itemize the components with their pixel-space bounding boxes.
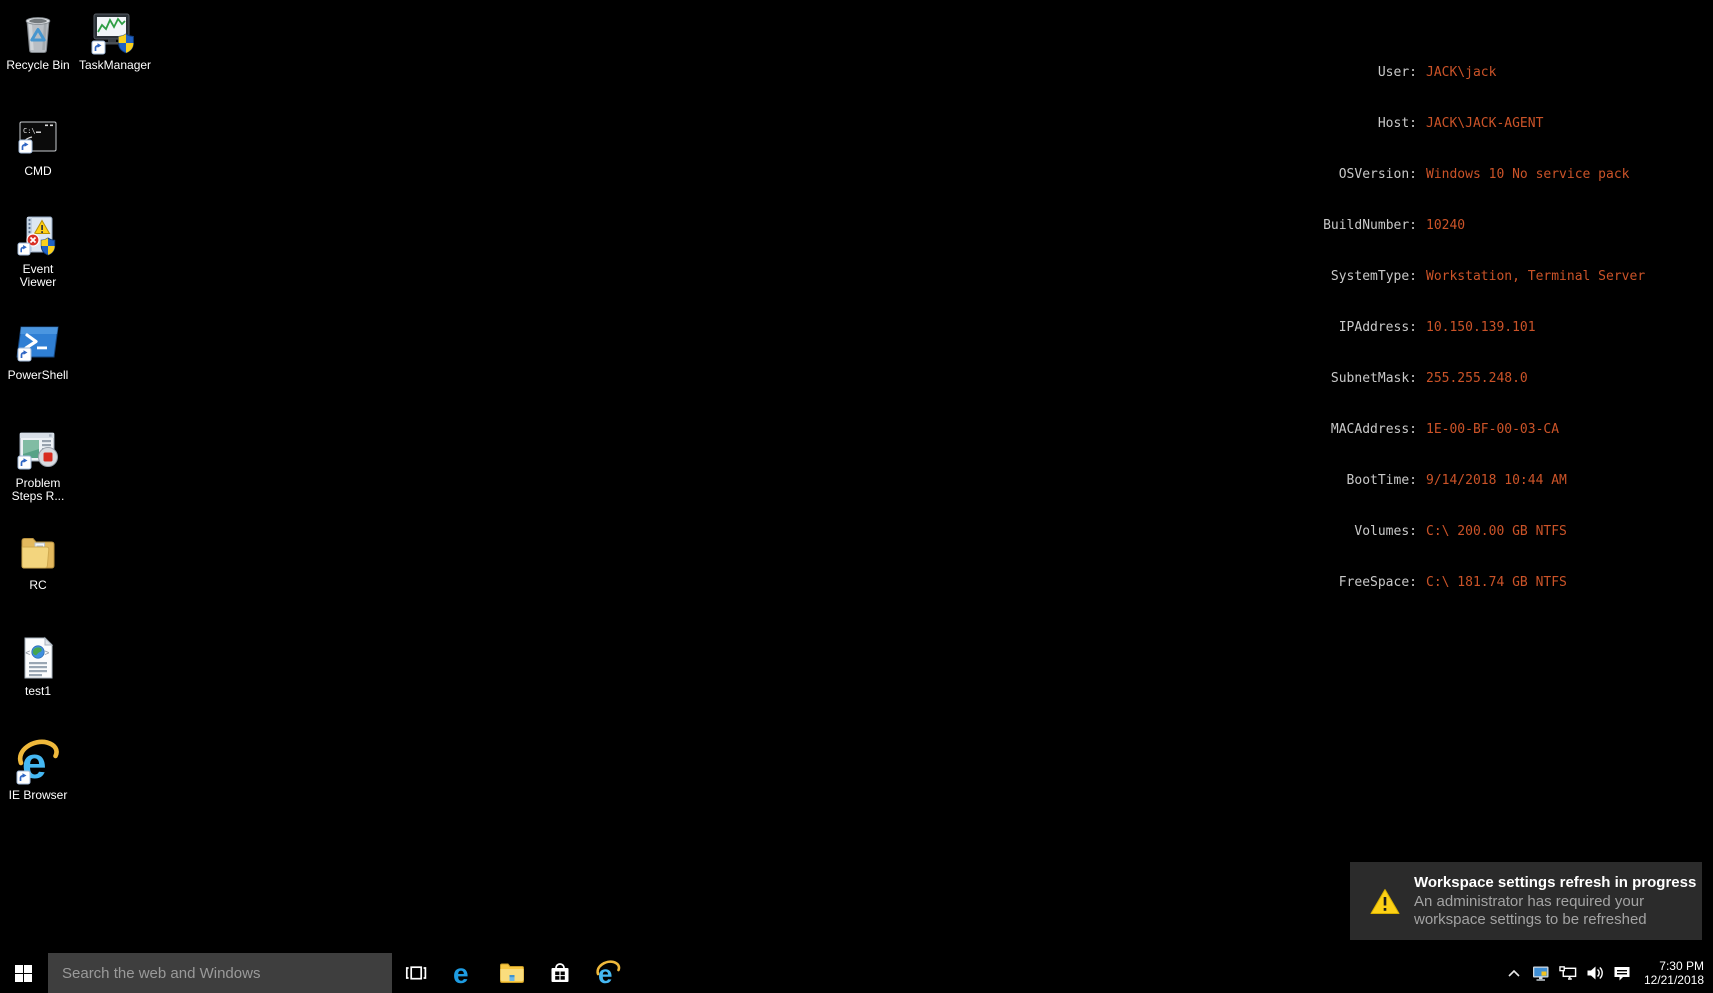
tray-network[interactable]: [1559, 964, 1577, 982]
tray-volume[interactable]: [1586, 964, 1604, 982]
toast-body: An administrator has required your works…: [1414, 893, 1702, 929]
desktop-icon-ie-browser[interactable]: e IE Browser: [0, 738, 76, 802]
sysinfo-row: OSVersion:Windows 10 No service pack: [1285, 166, 1645, 183]
task-manager-icon: [90, 8, 138, 56]
desktop-icon-taskmanager[interactable]: TaskManager: [76, 8, 152, 72]
clock-time: 7:30 PM: [1640, 959, 1704, 973]
desktop-icon-label: RC: [3, 579, 73, 592]
search-input[interactable]: [48, 953, 392, 993]
tray-action-center[interactable]: [1613, 964, 1631, 982]
display-icon: [1532, 965, 1550, 982]
file-explorer-icon: [499, 962, 525, 984]
sysinfo-row: IPAddress:10.150.139.101: [1285, 319, 1645, 336]
html-document-icon: < >: [14, 634, 62, 682]
speaker-icon: [1586, 965, 1604, 981]
powershell-icon: [14, 318, 62, 366]
taskbar-clock[interactable]: 7:30 PM 12/21/2018: [1640, 959, 1704, 987]
sysinfo-row: FreeSpace:C:\ 181.74 GB NTFS: [1285, 574, 1645, 591]
network-icon: [1559, 965, 1577, 982]
desktop-icon-rc-folder[interactable]: RC: [0, 528, 76, 592]
desktop-icon-label: Event Viewer: [3, 263, 73, 289]
windows-store-icon: [548, 961, 572, 985]
desktop-icon-recycle-bin[interactable]: Recycle Bin: [0, 8, 76, 72]
windows-logo-icon: [15, 965, 32, 982]
event-viewer-icon: [14, 212, 62, 260]
windows-desktop: { "desktop": { "icons": [ { "label": "Re…: [0, 0, 1713, 993]
taskbar-search: [48, 953, 392, 993]
desktop-icon-powershell[interactable]: PowerShell: [0, 318, 76, 382]
svg-text:>: >: [45, 649, 50, 658]
task-view-button[interactable]: [392, 953, 440, 993]
internet-explorer-icon: e: [594, 959, 622, 987]
sysinfo-row: SubnetMask:255.255.248.0: [1285, 370, 1645, 387]
clock-date: 12/21/2018: [1640, 973, 1704, 987]
notification-toast[interactable]: Workspace settings refresh in progress A…: [1350, 862, 1702, 940]
edge-button[interactable]: e: [440, 953, 488, 993]
steps-recorder-icon: [14, 426, 62, 474]
store-button[interactable]: [536, 953, 584, 993]
desktop-icon-event-viewer[interactable]: Event Viewer: [0, 212, 76, 289]
desktop-icon-label: TaskManager: [79, 59, 149, 72]
svg-text:C:\: C:\: [23, 127, 36, 135]
desktop-icon-test1[interactable]: < > test1: [0, 634, 76, 698]
sysinfo-row: BootTime:9/14/2018 10:44 AM: [1285, 472, 1645, 489]
chevron-up-icon: [1507, 967, 1521, 979]
desktop-icon-label: Problem Steps R...: [3, 477, 73, 503]
desktop-icon-label: test1: [3, 685, 73, 698]
system-info-overlay: User:JACK\jack Host:JACK\JACK-AGENT OSVe…: [1285, 30, 1645, 608]
svg-text:e: e: [453, 959, 469, 987]
desktop-icon-label: PowerShell: [3, 369, 73, 382]
folder-icon: [14, 528, 62, 576]
sysinfo-row: Volumes:C:\ 200.00 GB NTFS: [1285, 523, 1645, 540]
recycle-bin-icon: [14, 8, 62, 56]
desktop-icon-label: IE Browser: [3, 789, 73, 802]
internet-explorer-button[interactable]: e: [584, 953, 632, 993]
sysinfo-row: Host:JACK\JACK-AGENT: [1285, 115, 1645, 132]
desktop-icon-steps-recorder[interactable]: Problem Steps R...: [0, 426, 76, 503]
toast-title: Workspace settings refresh in progress: [1414, 874, 1702, 891]
microsoft-edge-icon: e: [450, 959, 478, 987]
sysinfo-row: BuildNumber:10240: [1285, 217, 1645, 234]
sysinfo-row: MACAddress:1E-00-BF-00-03-CA: [1285, 421, 1645, 438]
desktop-icon-cmd[interactable]: C:\ CMD: [0, 114, 76, 178]
desktop-icon-label: CMD: [3, 165, 73, 178]
sysinfo-row: User:JACK\jack: [1285, 64, 1645, 81]
start-button[interactable]: [0, 953, 46, 993]
desktop-icon-label: Recycle Bin: [3, 59, 73, 72]
taskbar: e e: [0, 953, 1713, 993]
tray-display-settings[interactable]: [1532, 964, 1550, 982]
system-tray: 7:30 PM 12/21/2018: [1505, 953, 1713, 993]
svg-text:<: <: [26, 649, 31, 658]
internet-explorer-icon: e: [14, 738, 62, 786]
task-view-icon: [405, 963, 427, 983]
hidden-icons-chevron[interactable]: [1505, 964, 1523, 982]
action-center-icon: [1613, 965, 1631, 982]
warning-icon: [1370, 888, 1400, 915]
cmd-icon: C:\: [14, 114, 62, 162]
sysinfo-row: SystemType:Workstation, Terminal Server: [1285, 268, 1645, 285]
file-explorer-button[interactable]: [488, 953, 536, 993]
